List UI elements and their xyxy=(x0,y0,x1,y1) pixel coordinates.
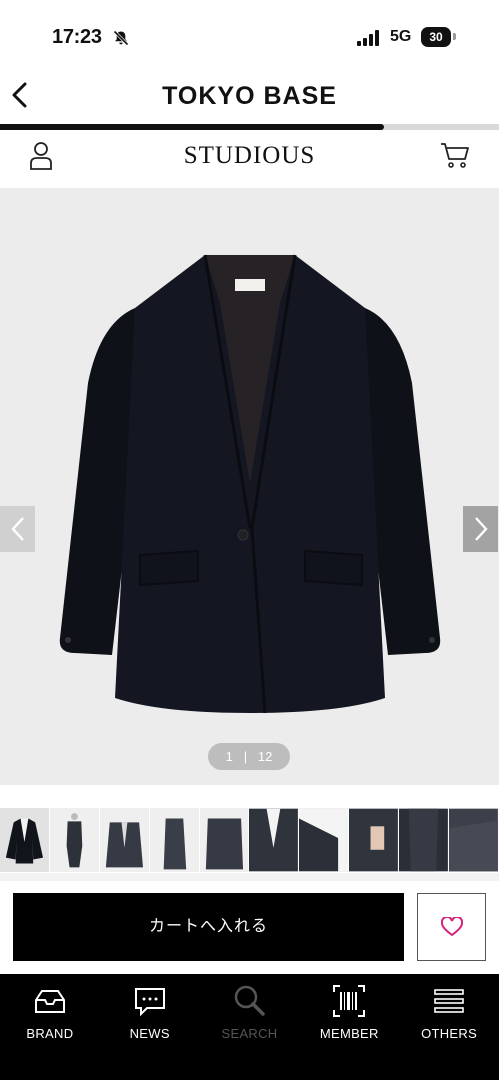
tab-search-label: SEARCH xyxy=(221,1026,278,1041)
thumbnail-model-side[interactable] xyxy=(149,808,200,872)
load-progress-fill xyxy=(0,124,385,130)
brand-bar: STUDIOUS xyxy=(0,131,499,187)
tab-member-label: MEMBER xyxy=(319,1026,379,1041)
section-divider xyxy=(0,873,499,881)
chevron-right-icon xyxy=(474,517,488,541)
menu-lines-icon xyxy=(434,989,464,1013)
tab-others-label: OTHERS xyxy=(421,1026,478,1041)
product-photo-jacket xyxy=(59,254,441,714)
bottom-tab-bar: BRAND NEWS SEARCH MEMBER OTHERS xyxy=(0,974,499,1080)
thumbnail-model-full[interactable] xyxy=(49,808,100,872)
tab-news-label: NEWS xyxy=(129,1026,170,1041)
tab-brand[interactable]: BRAND xyxy=(0,974,100,1080)
signal-icon xyxy=(357,30,379,46)
brand-logo[interactable]: STUDIOUS xyxy=(0,142,499,170)
tab-news[interactable]: NEWS xyxy=(100,974,200,1080)
status-bar: 17:23 5G 30 xyxy=(0,0,499,70)
prev-image-button[interactable] xyxy=(0,506,35,552)
magnifier-icon xyxy=(235,985,266,1016)
thumbnail-jacket-flat[interactable] xyxy=(0,808,50,872)
next-image-button[interactable] xyxy=(463,506,498,552)
thumbnail-detail-back[interactable] xyxy=(399,808,450,872)
favorite-button[interactable] xyxy=(417,893,486,961)
tab-member[interactable]: MEMBER xyxy=(299,974,399,1080)
chat-bubble-icon xyxy=(134,988,165,1017)
heart-icon xyxy=(440,917,463,937)
inbox-tray-icon xyxy=(34,990,65,1013)
thumbnail-detail-pocket[interactable] xyxy=(349,808,400,872)
image-counter-separator: | xyxy=(243,749,248,764)
thumbnail-model-front[interactable] xyxy=(99,808,150,872)
bell-muted-icon xyxy=(113,30,129,46)
tab-brand-label: BRAND xyxy=(26,1026,74,1041)
status-time: 17:23 xyxy=(52,26,102,48)
add-to-cart-button[interactable]: カートへ入れる xyxy=(13,893,404,961)
chevron-left-icon xyxy=(10,517,24,541)
thumbnail-detail-collar[interactable] xyxy=(249,808,300,872)
thumbnail-strip xyxy=(0,808,499,872)
image-counter-current: 1 xyxy=(225,749,233,764)
cart-icon[interactable] xyxy=(440,141,470,169)
battery-level: 30 xyxy=(421,27,451,47)
thumbnail-model-back[interactable] xyxy=(199,808,250,872)
thumbnail-detail-sleeve[interactable] xyxy=(299,808,350,872)
tab-search[interactable]: SEARCH xyxy=(200,974,300,1080)
image-counter: 1 | 12 xyxy=(208,743,290,770)
thumbnail-detail-fabric[interactable] xyxy=(449,808,499,872)
app-header: TOKYO BASE xyxy=(0,70,499,125)
load-progress-bar xyxy=(0,124,499,130)
network-type: 5G xyxy=(390,28,412,45)
product-image-carousel[interactable]: 1 | 12 xyxy=(0,188,499,785)
battery-cap xyxy=(453,33,456,40)
image-counter-total: 12 xyxy=(257,749,273,764)
barcode-icon xyxy=(333,985,366,1017)
tab-others[interactable]: OTHERS xyxy=(399,974,499,1080)
page-title: TOKYO BASE xyxy=(162,82,337,110)
